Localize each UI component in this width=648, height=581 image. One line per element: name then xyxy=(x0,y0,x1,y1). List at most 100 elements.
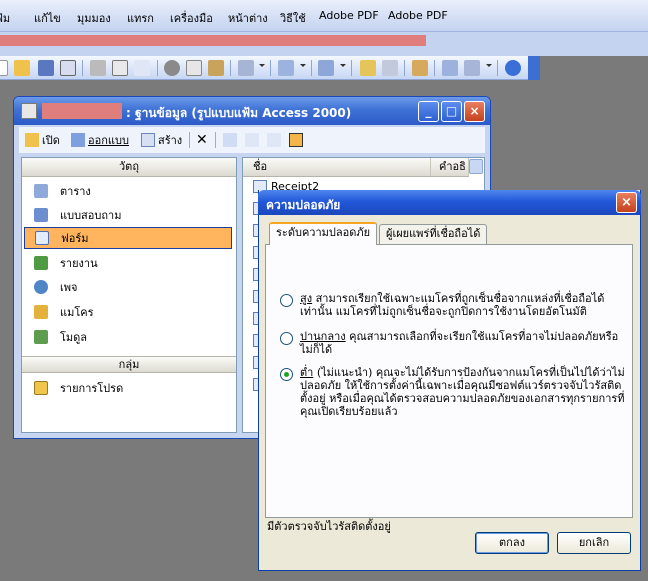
menu-tools[interactable]: เครื่องมือ xyxy=(170,9,213,27)
relationships-icon[interactable] xyxy=(442,60,458,76)
code-icon[interactable] xyxy=(360,60,376,76)
open-label: เปิด xyxy=(42,134,60,147)
object-pages[interactable]: เพจ xyxy=(24,276,232,298)
tab-trusted-publishers[interactable]: ผู้เผยแพร่ที่เชื่อถือได้ xyxy=(379,224,488,244)
security-level-panel: สูง สามารถเรียกใช้เฉพาะแมโครที่ถูกเซ็นชื… xyxy=(265,244,633,518)
option-low[interactable]: ต่ำ (ไม่แนะนำ) คุณจะไม่ได้รับการป้องกันจ… xyxy=(280,366,632,418)
menu-adobe-pdf-2[interactable]: Adobe PDF xyxy=(388,9,448,22)
print-preview-icon[interactable] xyxy=(112,60,128,76)
analyze-icon[interactable] xyxy=(318,60,334,76)
design-button[interactable]: ออกแบบ xyxy=(71,131,129,149)
toolbar-separator xyxy=(270,60,271,76)
menu-file[interactable]: แฟ้ม xyxy=(0,9,10,27)
menu-edit[interactable]: แก้ไข xyxy=(34,9,61,27)
option-low-label: ต่ำ (ไม่แนะนำ) คุณจะไม่ได้รับการป้องกันจ… xyxy=(300,366,625,418)
virus-scanner-status: มีตัวตรวจจับไวรัสติดตั้งอยู่ xyxy=(267,520,391,533)
toolbar-separator xyxy=(351,60,352,76)
menu-insert[interactable]: แทรก xyxy=(127,9,154,27)
database-toolbar: เปิด ออกแบบ สร้าง ✕ xyxy=(19,127,485,153)
object-tables[interactable]: ตาราง xyxy=(24,180,232,202)
create-icon xyxy=(141,133,155,147)
radio-medium[interactable] xyxy=(280,332,293,345)
object-queries[interactable]: แบบสอบถาม xyxy=(24,204,232,226)
cut-icon[interactable] xyxy=(164,60,180,76)
toolbar-separator xyxy=(311,60,312,76)
tab-security-level[interactable]: ระดับความปลอดภัย xyxy=(269,222,378,245)
redacted-database-name xyxy=(42,103,122,119)
group-favorites[interactable]: รายการโปรด xyxy=(24,377,232,399)
column-header-description[interactable]: คำอธิ xyxy=(431,158,469,177)
create-button[interactable]: สร้าง xyxy=(141,131,182,149)
database-window-title: : ฐานข้อมูล (รูปแบบแฟ้ม Access 2000) xyxy=(126,106,352,120)
small-icons-icon[interactable] xyxy=(245,131,259,149)
object-label: ตาราง xyxy=(60,185,91,198)
script-editor-icon[interactable] xyxy=(382,60,398,76)
database-icon xyxy=(21,103,37,119)
dialog-close-button[interactable]: × xyxy=(616,192,637,213)
menubar: แฟ้ม แก้ไข มุมมอง แทรก เครื่องมือ หน้าต่… xyxy=(0,0,648,32)
spellcheck-icon[interactable] xyxy=(134,60,150,76)
open-icon xyxy=(25,133,39,147)
menu-window[interactable]: หน้าต่าง xyxy=(228,9,268,27)
new-object-dropdown-icon[interactable] xyxy=(486,64,492,67)
group-label: รายการโปรด xyxy=(60,382,124,395)
new-object-icon[interactable] xyxy=(464,60,480,76)
object-modules[interactable]: โมดูล xyxy=(24,326,232,348)
dialog-titlebar[interactable]: ความปลอดภัย × xyxy=(258,190,641,215)
new-icon[interactable] xyxy=(0,60,8,76)
option-medium[interactable]: ปานกลาง คุณสามารถเลือกที่จะเรียกใช้แมโคร… xyxy=(280,330,632,356)
office-links-dropdown-icon[interactable] xyxy=(300,64,306,67)
analyze-dropdown-icon[interactable] xyxy=(340,64,346,67)
column-header-name[interactable]: ชื่อ xyxy=(243,158,431,177)
table-icon xyxy=(34,184,48,198)
undo-icon[interactable] xyxy=(238,60,254,76)
properties-icon[interactable] xyxy=(412,60,428,76)
close-button[interactable]: × xyxy=(464,101,485,122)
favorites-icon xyxy=(34,381,48,395)
toolbar-options-icon[interactable] xyxy=(528,56,540,80)
object-reports[interactable]: รายงาน xyxy=(24,252,232,274)
cancel-button[interactable]: ยกเลิก xyxy=(557,532,631,554)
database-window-titlebar[interactable]: : ฐานข้อมูล (รูปแบบแฟ้ม Access 2000) _ □… xyxy=(14,97,490,125)
option-high[interactable]: สูง สามารถเรียกใช้เฉพาะแมโครที่ถูกเซ็นชื… xyxy=(280,292,632,318)
object-label: โมดูล xyxy=(60,331,88,344)
object-macros[interactable]: แมโคร xyxy=(24,301,232,323)
page-icon xyxy=(34,280,48,294)
menu-help[interactable]: วิธีใช้ xyxy=(280,9,306,27)
office-links-icon[interactable] xyxy=(278,60,294,76)
radio-low[interactable] xyxy=(280,368,293,381)
open-button[interactable]: เปิด xyxy=(25,131,60,149)
object-label: ฟอร์ม xyxy=(61,232,89,245)
large-icons-icon[interactable] xyxy=(223,131,237,149)
details-view-icon[interactable] xyxy=(289,131,303,149)
copy-icon[interactable] xyxy=(186,60,202,76)
radio-high[interactable] xyxy=(280,294,293,307)
maximize-button[interactable]: □ xyxy=(441,101,462,122)
file-search-icon[interactable] xyxy=(60,60,76,76)
list-view-icon[interactable] xyxy=(267,131,281,149)
toolbar-separator xyxy=(434,60,435,76)
help-icon[interactable] xyxy=(505,60,521,76)
form-icon xyxy=(35,231,49,245)
groups-header: กลุ่ม xyxy=(22,356,236,373)
object-forms[interactable]: ฟอร์ม xyxy=(24,227,232,249)
save-icon[interactable] xyxy=(38,60,54,76)
query-icon xyxy=(34,208,48,222)
toolbar-separator xyxy=(189,132,190,148)
ok-button[interactable]: ตกลง xyxy=(475,532,549,554)
minimize-button[interactable]: _ xyxy=(418,101,439,122)
open-folder-icon[interactable] xyxy=(14,60,30,76)
module-icon xyxy=(34,330,48,344)
print-icon[interactable] xyxy=(90,60,106,76)
security-dialog: ความปลอดภัย × ระดับความปลอดภัย ผู้เผยแพร… xyxy=(258,190,641,571)
menu-adobe-pdf-1[interactable]: Adobe PDF xyxy=(319,9,379,22)
paste-icon[interactable] xyxy=(208,60,224,76)
toolbar-separator xyxy=(82,60,83,76)
scroll-up-button[interactable] xyxy=(469,159,483,174)
main-toolbar xyxy=(0,56,540,80)
object-label: รายงาน xyxy=(60,257,98,270)
option-medium-label: ปานกลาง คุณสามารถเลือกที่จะเรียกใช้แมโคร… xyxy=(300,330,619,356)
menu-view[interactable]: มุมมอง xyxy=(77,9,111,27)
delete-icon[interactable]: ✕ xyxy=(196,131,208,149)
undo-dropdown-icon[interactable] xyxy=(259,64,265,67)
